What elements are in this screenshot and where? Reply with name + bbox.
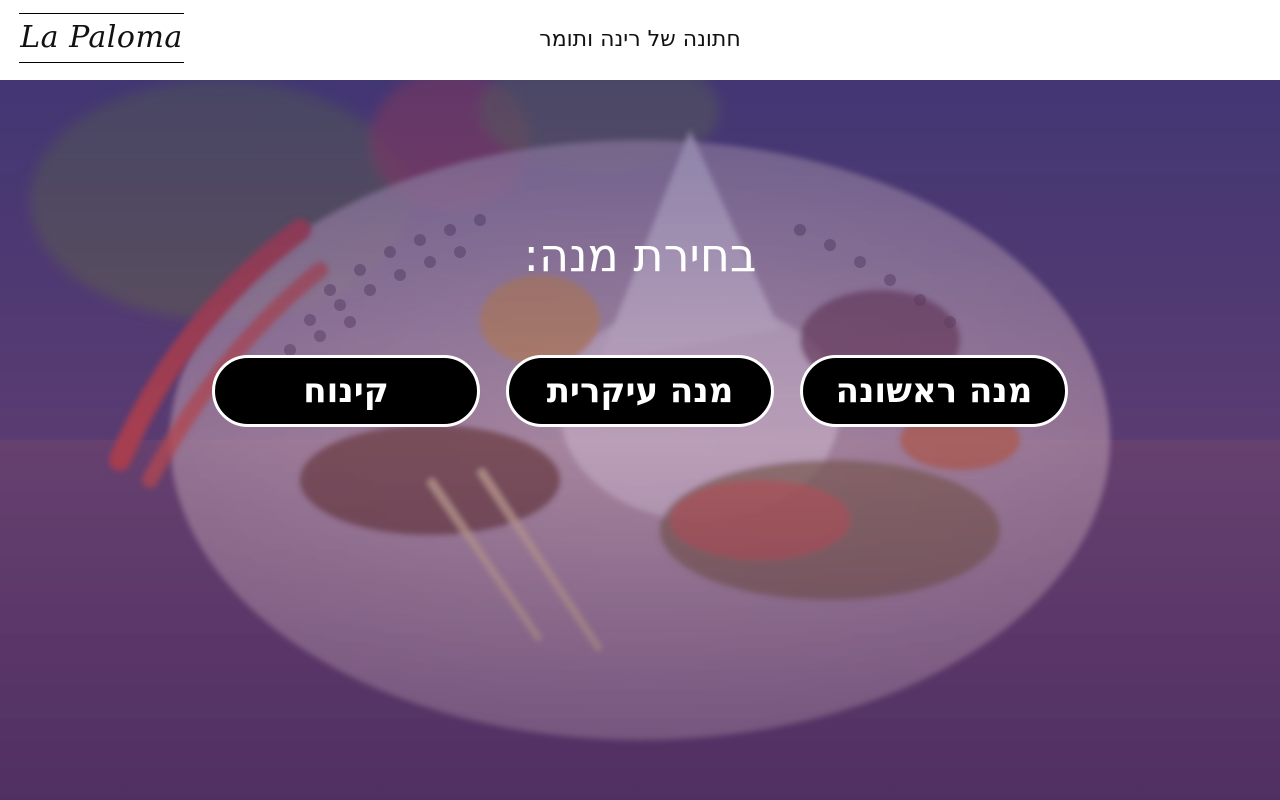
purple-overlay (0, 80, 1280, 800)
event-title: חתונה של רינה ותומר (539, 27, 741, 52)
dessert-button[interactable]: קינוח (212, 355, 480, 427)
page-heading: בחירת מנה: (523, 228, 757, 282)
header-bar: La Paloma חתונה של רינה ותומר (0, 0, 1280, 80)
main-course-button[interactable]: מנה עיקרית (506, 355, 774, 427)
first-course-button[interactable]: מנה ראשונה (800, 355, 1068, 427)
dish-category-buttons: מנה ראשונה מנה עיקרית קינוח (0, 355, 1280, 427)
hero-section: בחירת מנה: מנה ראשונה מנה עיקרית קינוח (0, 80, 1280, 800)
